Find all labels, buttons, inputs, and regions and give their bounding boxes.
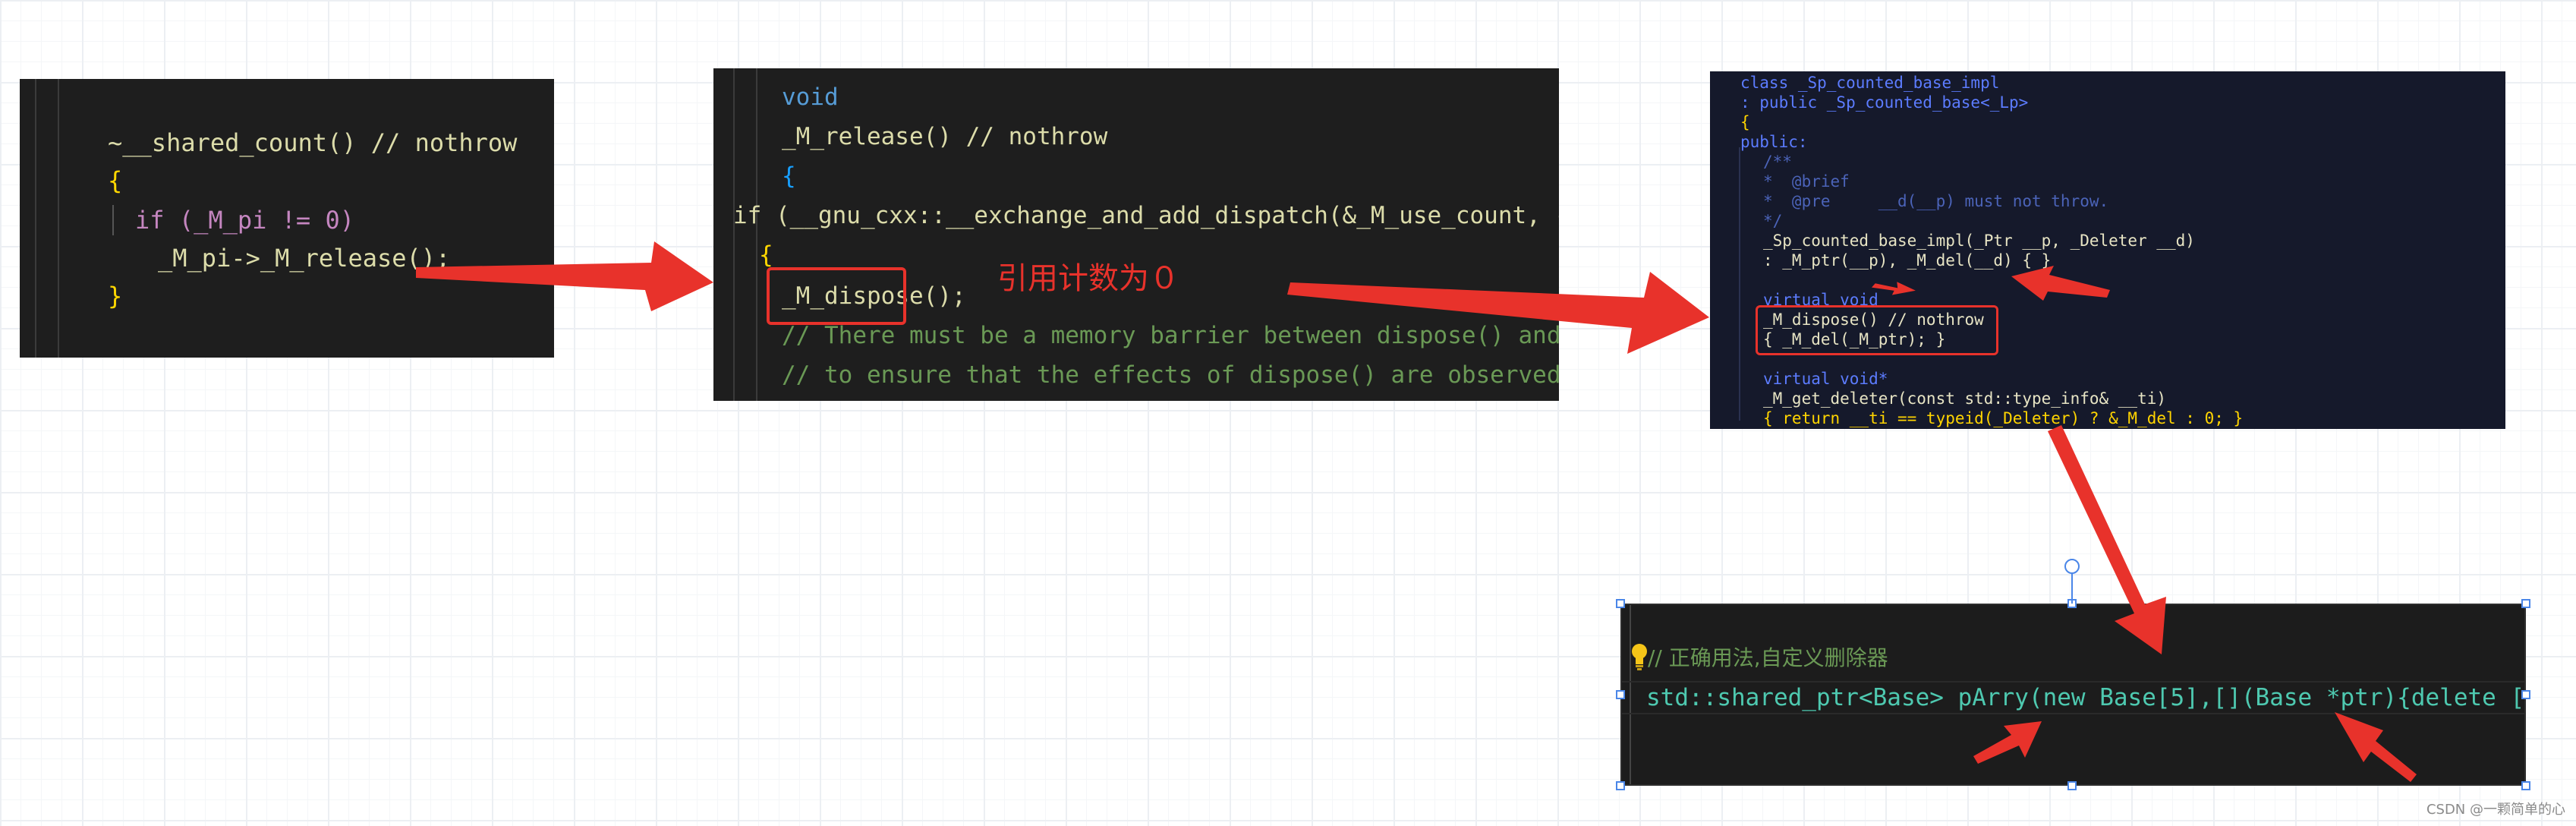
- annotation-arrows: [416, 241, 2417, 782]
- watermark: CSDN @一颗简单的心: [2426, 802, 2565, 818]
- arrow-small-mptr: [1871, 282, 1916, 295]
- arrow-small-template: [1973, 721, 2042, 764]
- arrow-small-delete: [2335, 712, 2417, 782]
- arrow-panel1-to-panel2: [416, 241, 713, 311]
- arrow-panel3-to-panel4: [2048, 425, 2166, 654]
- arrow-panel2-to-panel3: [1287, 272, 1709, 354]
- arrow-small-mdel: [2011, 266, 2110, 301]
